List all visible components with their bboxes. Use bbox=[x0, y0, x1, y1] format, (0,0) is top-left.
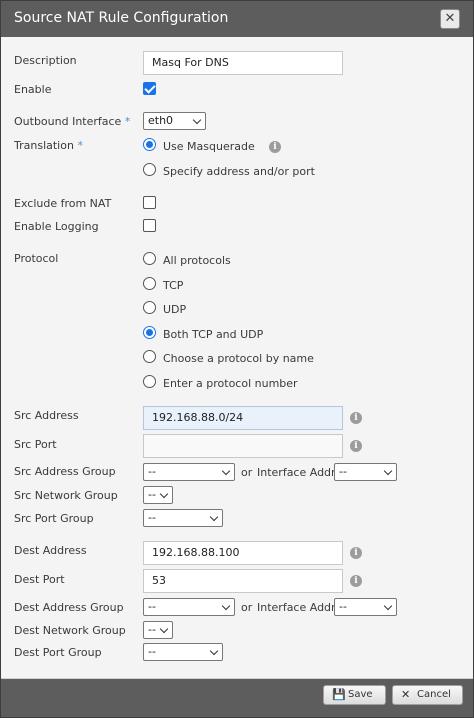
info-icon[interactable]: i bbox=[350, 547, 362, 559]
translation-radio-specify[interactable] bbox=[143, 163, 156, 176]
required-marker: * bbox=[124, 115, 131, 128]
src-address-label: Src Address bbox=[14, 409, 79, 422]
required-marker: * bbox=[77, 139, 83, 152]
dest-interface-addr-select[interactable]: -- bbox=[334, 598, 397, 616]
exclude-from-nat-checkbox[interactable] bbox=[143, 196, 156, 209]
src-port-group-label: Src Port Group bbox=[14, 512, 94, 525]
src-interface-addr-select[interactable]: -- bbox=[334, 463, 397, 481]
src-address-group-value: -- bbox=[148, 465, 156, 478]
dest-address-group-select[interactable]: -- bbox=[143, 598, 235, 616]
protocol-option-tcp: TCP bbox=[163, 279, 184, 292]
exclude-from-nat-label: Exclude from NAT bbox=[14, 197, 112, 210]
dest-port-input[interactable]: 53 bbox=[143, 569, 343, 593]
chevron-down-icon bbox=[221, 466, 231, 476]
dest-interface-addr-value: -- bbox=[339, 600, 347, 613]
dest-network-group-label: Dest Network Group bbox=[14, 624, 126, 637]
protocol-radio-tcp[interactable] bbox=[143, 277, 156, 290]
outbound-interface-label-text: Outbound Interface bbox=[14, 115, 122, 128]
description-input[interactable]: Masq For DNS bbox=[143, 51, 343, 75]
outbound-interface-value: eth0 bbox=[148, 114, 174, 127]
cancel-button-label: Cancel bbox=[417, 689, 451, 700]
nat-rule-dialog: Source NAT Rule Configuration ✕ Descript… bbox=[0, 0, 474, 718]
chevron-down-icon bbox=[209, 646, 219, 656]
description-label: Description bbox=[14, 54, 77, 67]
dest-address-group-value: -- bbox=[148, 600, 156, 613]
rule-form: Description Masq For DNS Enable Outbound… bbox=[1, 37, 473, 679]
dest-network-group-value: -- bbox=[148, 623, 156, 636]
src-network-group-value: -- bbox=[148, 488, 156, 501]
chevron-down-icon bbox=[221, 601, 231, 611]
save-button-label: Save bbox=[348, 689, 373, 700]
floppy-disk-icon: 💾 bbox=[332, 688, 346, 701]
protocol-radio-all[interactable] bbox=[143, 252, 156, 265]
src-network-group-label: Src Network Group bbox=[14, 489, 118, 502]
src-port-input[interactable] bbox=[143, 434, 343, 458]
dest-interface-addr-label: Interface Addr bbox=[257, 601, 336, 614]
enable-label: Enable bbox=[14, 83, 52, 96]
chevron-down-icon bbox=[159, 624, 169, 634]
translation-option-masquerade: Use Masquerade bbox=[163, 140, 255, 153]
enable-checkbox[interactable] bbox=[143, 82, 156, 95]
save-button[interactable]: 💾 Save bbox=[323, 685, 386, 705]
chevron-down-icon bbox=[209, 512, 219, 522]
protocol-radio-udp[interactable] bbox=[143, 301, 156, 314]
src-address-group-select[interactable]: -- bbox=[143, 463, 235, 481]
enable-logging-checkbox[interactable] bbox=[143, 219, 156, 232]
info-icon[interactable]: i bbox=[350, 575, 362, 587]
protocol-radio-by-number[interactable] bbox=[143, 375, 156, 388]
protocol-option-by-number: Enter a protocol number bbox=[163, 377, 298, 390]
dest-address-group-label: Dest Address Group bbox=[14, 601, 124, 614]
info-icon[interactable]: i bbox=[350, 412, 362, 424]
outbound-interface-select[interactable]: eth0 bbox=[143, 112, 206, 130]
cancel-button[interactable]: ✕ Cancel bbox=[392, 685, 463, 705]
protocol-option-by-name: Choose a protocol by name bbox=[163, 352, 314, 365]
dialog-titlebar[interactable]: Source NAT Rule Configuration ✕ bbox=[1, 1, 473, 37]
info-icon[interactable]: i bbox=[269, 141, 281, 153]
or-text: or bbox=[241, 466, 253, 479]
dialog-footer: 💾 Save ✕ Cancel bbox=[1, 679, 473, 717]
dest-port-group-value: -- bbox=[148, 645, 156, 658]
protocol-radio-by-name[interactable] bbox=[143, 350, 156, 363]
translation-option-specify: Specify address and/or port bbox=[163, 165, 315, 178]
chevron-down-icon bbox=[192, 115, 202, 125]
info-icon[interactable]: i bbox=[350, 440, 362, 452]
src-port-group-select[interactable]: -- bbox=[143, 509, 223, 527]
src-port-label: Src Port bbox=[14, 438, 57, 451]
translation-label: Translation * bbox=[14, 139, 83, 152]
dest-port-label: Dest Port bbox=[14, 573, 65, 586]
dest-address-label: Dest Address bbox=[14, 544, 87, 557]
chevron-down-icon bbox=[383, 601, 393, 611]
dest-port-group-select[interactable]: -- bbox=[143, 643, 223, 661]
dest-port-group-label: Dest Port Group bbox=[14, 646, 102, 659]
src-network-group-select[interactable]: -- bbox=[143, 486, 173, 504]
translation-label-text: Translation bbox=[14, 139, 74, 152]
dest-address-input[interactable]: 192.168.88.100 bbox=[143, 541, 343, 565]
protocol-option-both: Both TCP and UDP bbox=[163, 328, 264, 341]
src-address-input[interactable]: 192.168.88.0/24 bbox=[143, 406, 343, 430]
or-text: or bbox=[241, 601, 253, 614]
dest-network-group-select[interactable]: -- bbox=[143, 621, 173, 639]
src-port-group-value: -- bbox=[148, 511, 156, 524]
protocol-radio-both[interactable] bbox=[143, 326, 156, 339]
outbound-interface-label: Outbound Interface * bbox=[14, 115, 130, 128]
enable-logging-label: Enable Logging bbox=[14, 220, 99, 233]
chevron-down-icon bbox=[383, 466, 393, 476]
x-icon: ✕ bbox=[401, 688, 411, 701]
close-icon: ✕ bbox=[444, 11, 456, 26]
protocol-option-udp: UDP bbox=[163, 303, 187, 316]
close-button[interactable]: ✕ bbox=[440, 9, 460, 29]
dialog-title: Source NAT Rule Configuration bbox=[14, 10, 229, 26]
chevron-down-icon bbox=[159, 489, 169, 499]
src-address-group-label: Src Address Group bbox=[14, 465, 116, 478]
src-interface-addr-label: Interface Addr bbox=[257, 466, 336, 479]
protocol-option-all: All protocols bbox=[163, 254, 231, 267]
src-interface-addr-value: -- bbox=[339, 465, 347, 478]
protocol-label: Protocol bbox=[14, 252, 59, 265]
translation-radio-masquerade[interactable] bbox=[143, 138, 156, 151]
